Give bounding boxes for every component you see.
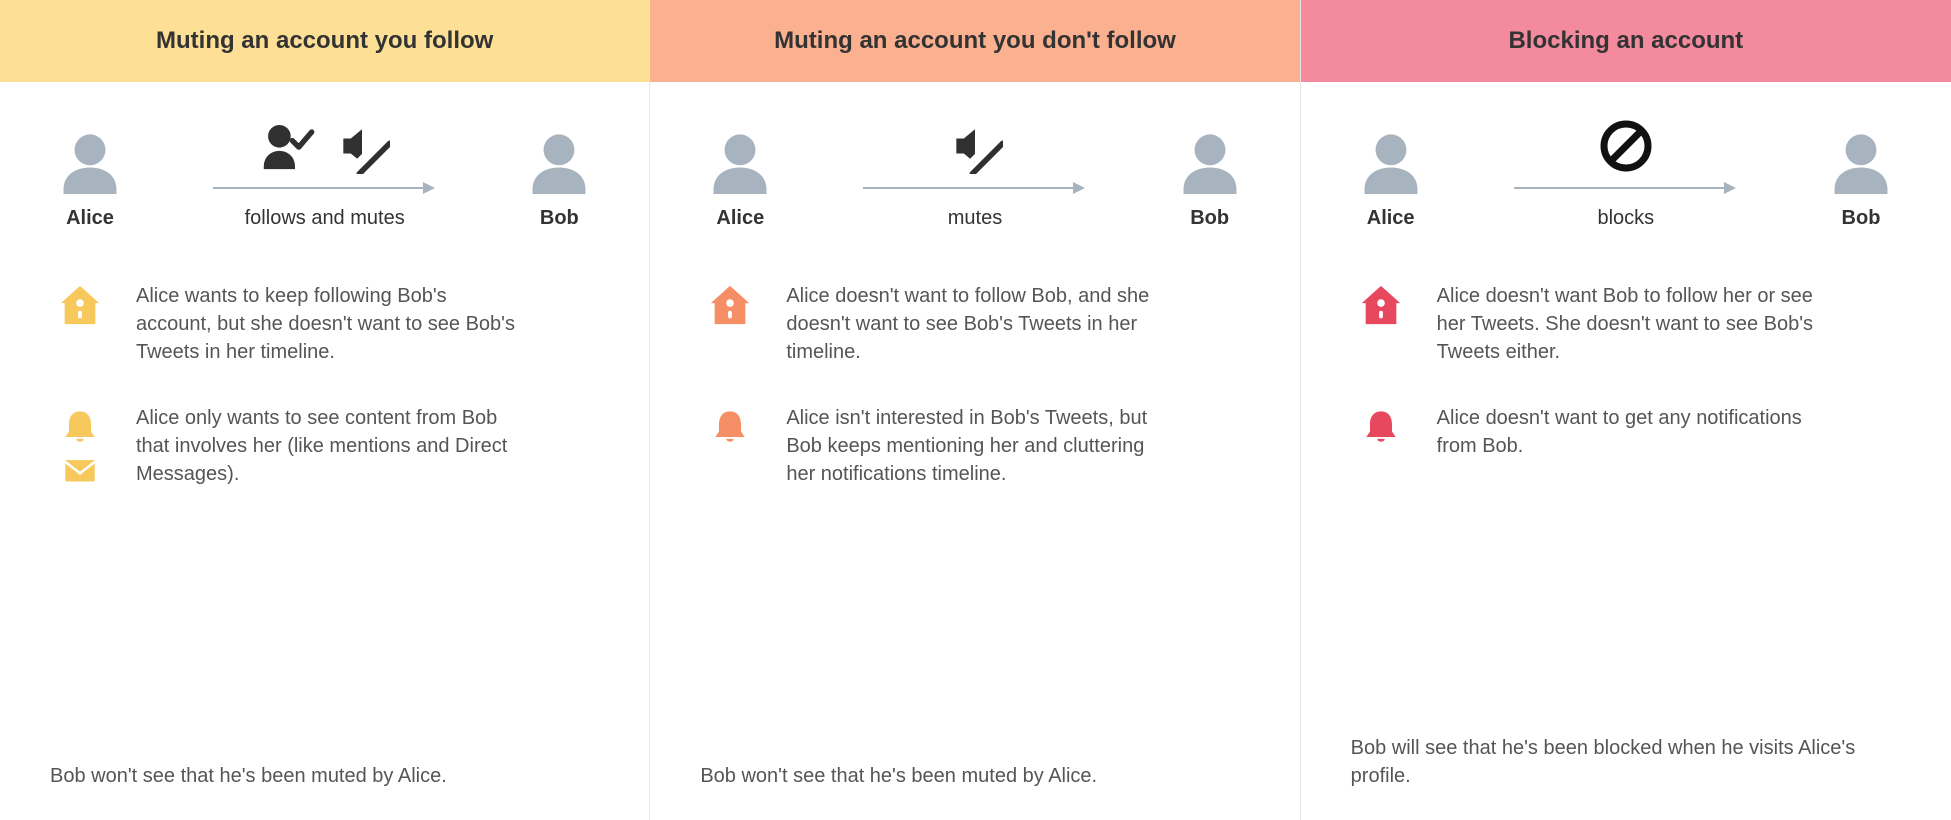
bullet-list: Alice doesn't want to follow Bob, and sh… — [700, 282, 1249, 488]
action-label: blocks — [1597, 204, 1654, 232]
bullet-item: Alice doesn't want Bob to follow her or … — [1351, 282, 1901, 366]
bullet-item: Alice only wants to see content from Bob… — [50, 404, 599, 488]
person-alice: Alice — [1351, 130, 1431, 232]
column-mute-followed: Muting an account you follow Alice — [0, 0, 650, 820]
avatar-icon — [1351, 130, 1431, 194]
avatar-icon — [1821, 130, 1901, 194]
mute-icon — [334, 118, 390, 174]
column-mute-not-followed: Muting an account you don't follow Alice — [650, 0, 1300, 820]
bell-icon — [708, 404, 752, 448]
person-name: Bob — [1821, 204, 1901, 232]
avatar-icon — [519, 130, 599, 194]
bullet-text: Alice doesn't want Bob to follow her or … — [1437, 282, 1817, 366]
column-header: Blocking an account — [1301, 0, 1951, 82]
bullet-text: Alice only wants to see content from Bob… — [136, 404, 516, 488]
footer-note: Bob will see that he's been blocked when… — [1351, 734, 1901, 790]
relation-center: blocks — [1451, 118, 1801, 232]
relation-center: follows and mutes — [150, 118, 499, 232]
bullet-item: Alice isn't interested in Bob's Tweets, … — [700, 404, 1249, 488]
relation-row: Alice mutes — [700, 118, 1249, 232]
arrow-icon — [800, 180, 1149, 196]
relation-row: Alice blocks — [1351, 118, 1901, 232]
follow-icon — [260, 121, 316, 171]
person-bob: Bob — [1821, 130, 1901, 232]
person-name: Alice — [50, 204, 130, 232]
footer-note: Bob won't see that he's been muted by Al… — [50, 762, 599, 790]
person-alice: Alice — [50, 130, 130, 232]
bell-icon — [58, 404, 102, 448]
column-header: Muting an account you don't follow — [650, 0, 1299, 82]
bullet-item: Alice doesn't want to follow Bob, and sh… — [700, 282, 1249, 366]
relation-row: Alice follows and mutes — [50, 118, 599, 232]
bell-icon — [1359, 404, 1403, 448]
avatar-icon — [1170, 130, 1250, 194]
comparison-diagram: Muting an account you follow Alice — [0, 0, 1951, 820]
bullet-item: Alice doesn't want to get any notificati… — [1351, 404, 1901, 460]
person-alice: Alice — [700, 130, 780, 232]
footer-note: Bob won't see that he's been muted by Al… — [700, 762, 1249, 790]
person-bob: Bob — [1170, 130, 1250, 232]
bullet-list: Alice doesn't want Bob to follow her or … — [1351, 282, 1901, 460]
envelope-icon — [58, 452, 102, 488]
person-name: Alice — [1351, 204, 1431, 232]
action-label: mutes — [948, 204, 1002, 232]
column-body: Alice blocks — [1301, 82, 1951, 820]
person-bob: Bob — [519, 130, 599, 232]
person-name: Bob — [1170, 204, 1250, 232]
bullet-text: Alice doesn't want to get any notificati… — [1437, 404, 1817, 460]
relation-center: mutes — [800, 118, 1149, 232]
action-label: follows and mutes — [245, 204, 405, 232]
bullet-list: Alice wants to keep following Bob's acco… — [50, 282, 599, 488]
person-name: Alice — [700, 204, 780, 232]
avatar-icon — [700, 130, 780, 194]
bullet-text: Alice isn't interested in Bob's Tweets, … — [786, 404, 1166, 488]
column-block: Blocking an account Alice — [1301, 0, 1951, 820]
mute-icon — [947, 118, 1003, 174]
column-body: Alice mutes — [650, 82, 1299, 820]
birdhouse-icon — [1358, 282, 1404, 328]
bullet-text: Alice doesn't want to follow Bob, and sh… — [786, 282, 1166, 366]
bullet-text: Alice wants to keep following Bob's acco… — [136, 282, 516, 366]
birdhouse-icon — [707, 282, 753, 328]
avatar-icon — [50, 130, 130, 194]
arrow-icon — [1451, 180, 1801, 196]
bullet-item: Alice wants to keep following Bob's acco… — [50, 282, 599, 366]
birdhouse-icon — [57, 282, 103, 328]
column-body: Alice follows and mutes — [0, 82, 649, 820]
person-name: Bob — [519, 204, 599, 232]
arrow-icon — [150, 180, 499, 196]
column-header: Muting an account you follow — [0, 0, 649, 82]
block-icon — [1598, 118, 1654, 174]
